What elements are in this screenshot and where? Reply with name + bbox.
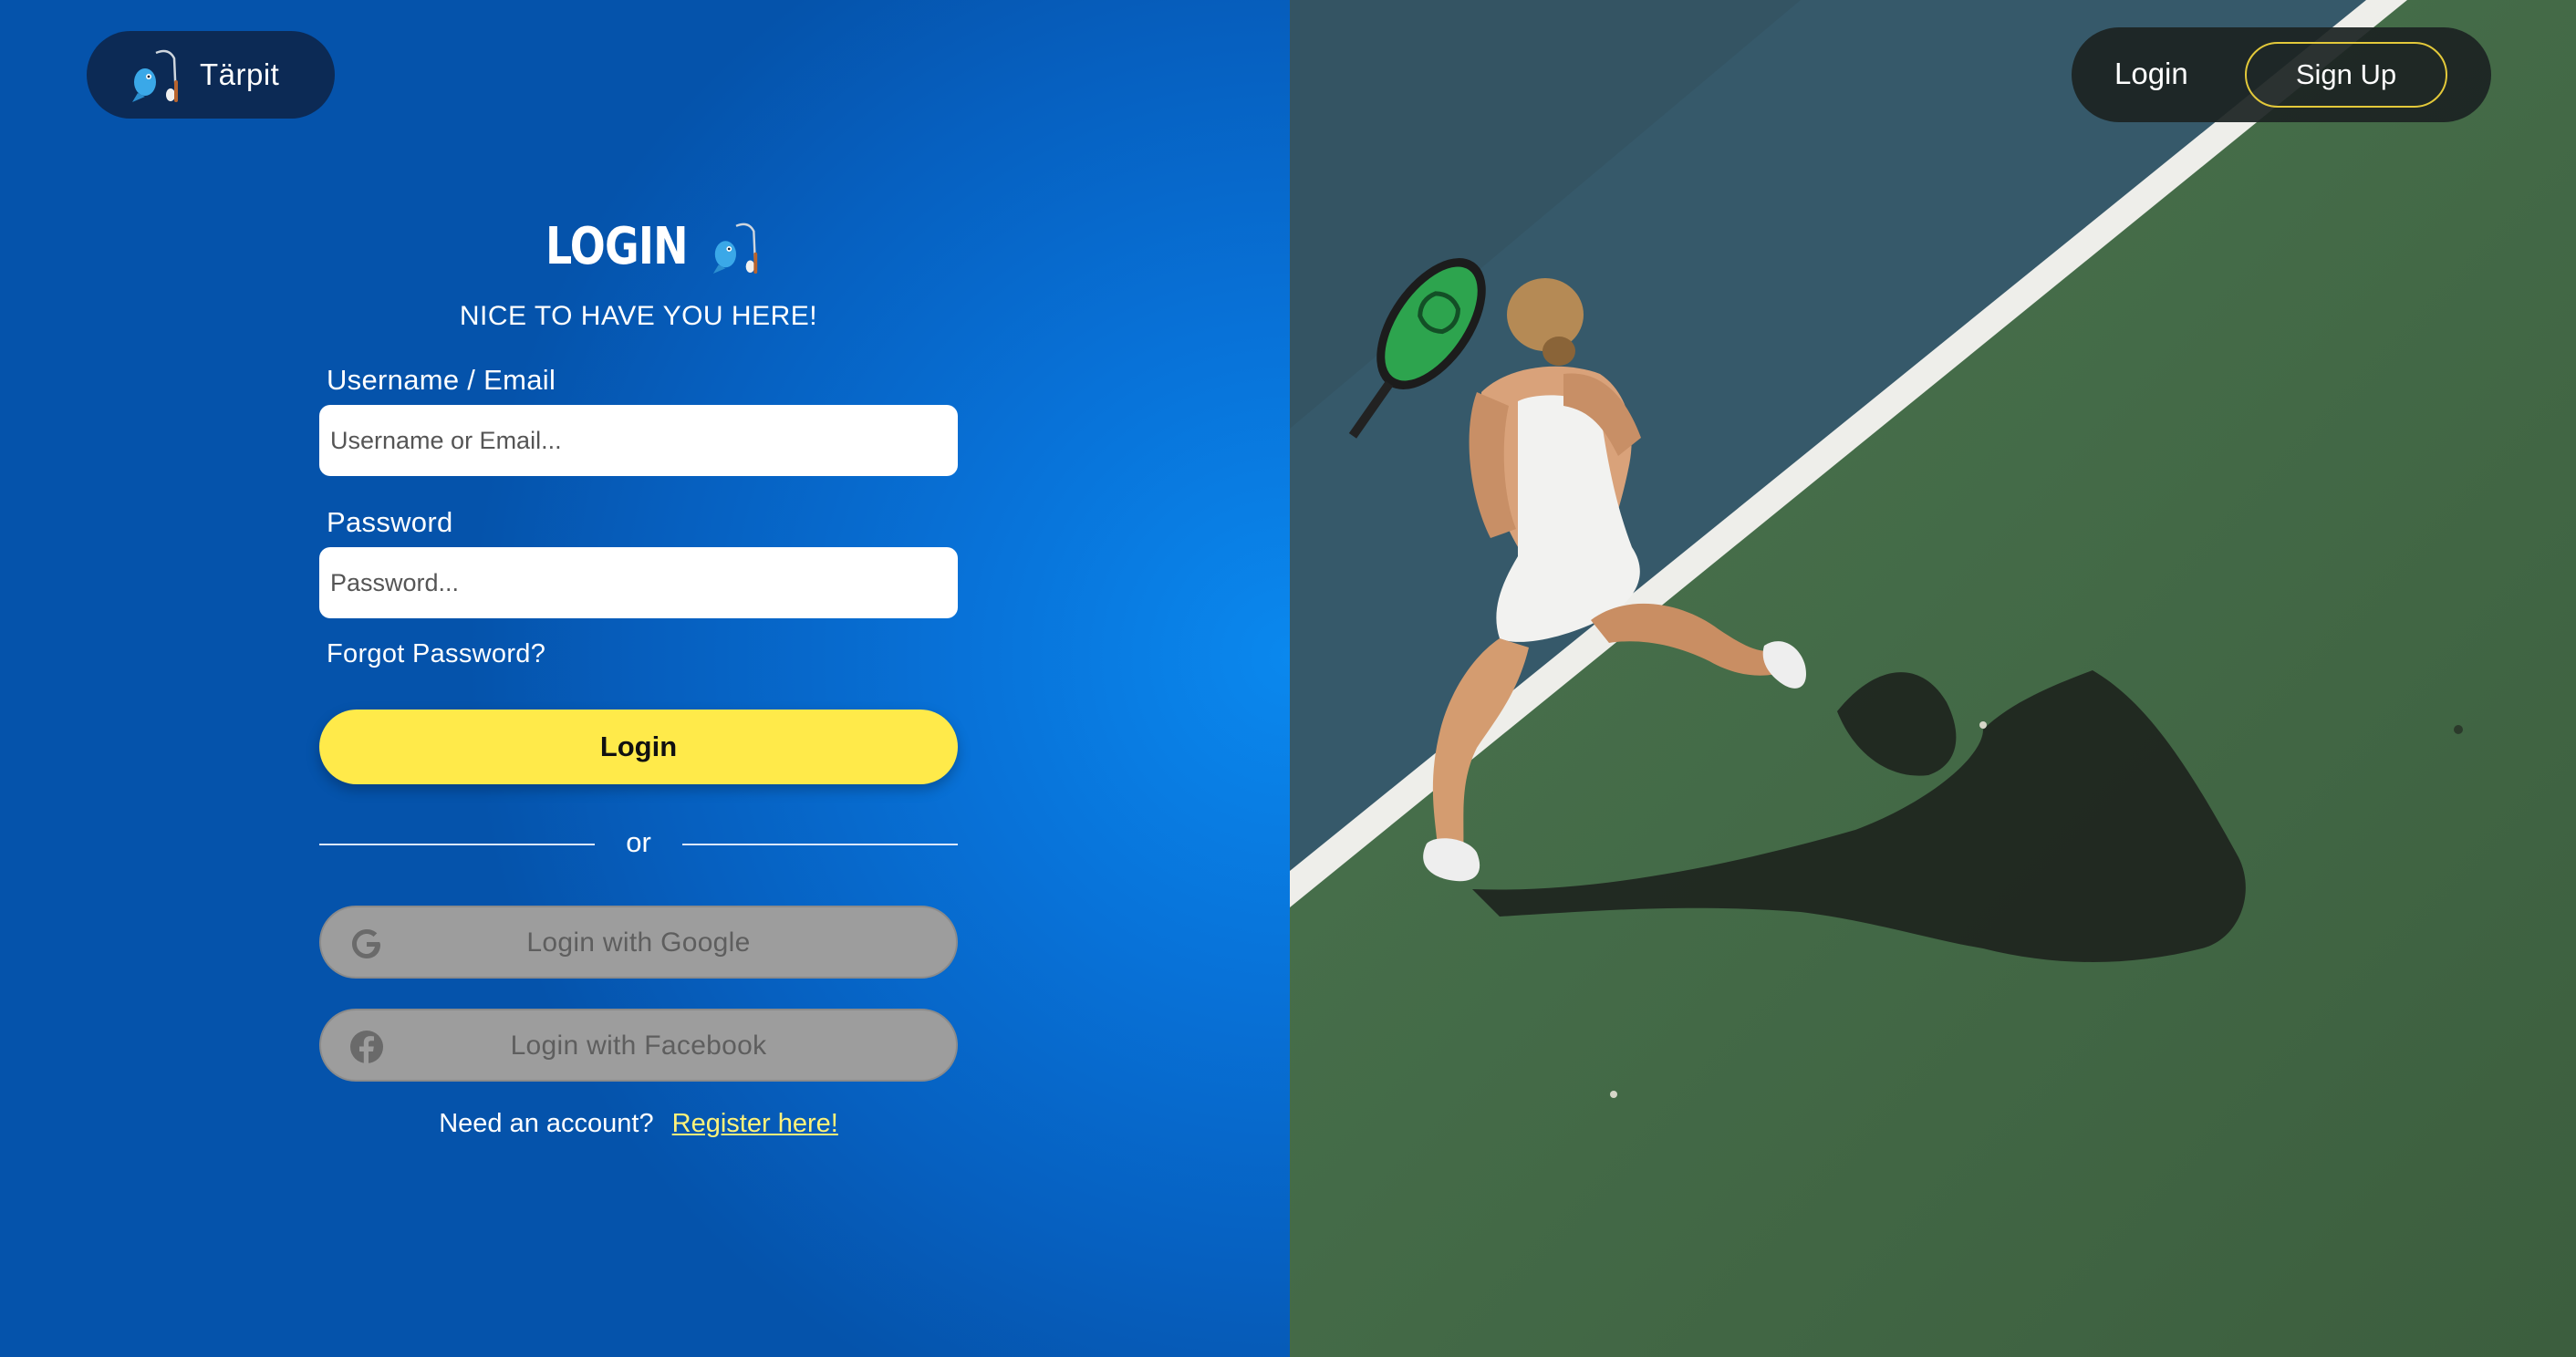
google-button-label: Login with Google xyxy=(526,927,751,958)
page-title: LOGIN xyxy=(545,217,689,276)
divider-or: or xyxy=(626,826,651,858)
login-heading: LOGIN xyxy=(545,217,763,276)
password-label: Password xyxy=(327,506,453,538)
login-panel xyxy=(0,0,1290,1357)
login-button[interactable]: Login xyxy=(319,710,958,784)
register-link[interactable]: Register here! xyxy=(672,1109,838,1138)
signup-button[interactable]: Sign Up xyxy=(2245,42,2447,108)
username-label: Username / Email xyxy=(327,364,556,396)
username-input[interactable] xyxy=(319,405,958,476)
fishing-rod-fish-icon xyxy=(712,223,758,274)
register-prompt-row: Need an account? Register here! xyxy=(319,1109,958,1139)
page-subtitle: NICE TO HAVE YOU HERE! xyxy=(459,301,818,331)
nav-login-link[interactable]: Login xyxy=(2114,57,2188,91)
facebook-button-label: Login with Facebook xyxy=(510,1031,767,1061)
tennis-court-photo xyxy=(1290,0,2576,1357)
forgot-password-link[interactable]: Forgot Password? xyxy=(327,639,545,669)
login-with-google-button[interactable]: Login with Google xyxy=(319,906,958,979)
brand-logo-button[interactable]: Tärpit xyxy=(87,31,335,119)
login-with-facebook-button[interactable]: Login with Facebook xyxy=(319,1009,958,1082)
fishing-rod-fish-icon xyxy=(132,49,178,102)
divider-line-right xyxy=(682,844,958,845)
register-prompt: Need an account? xyxy=(439,1109,654,1138)
divider-line-left xyxy=(319,844,595,845)
tennis-player-image xyxy=(1290,0,2576,1357)
brand-name: Tärpit xyxy=(200,57,280,91)
password-input[interactable] xyxy=(319,547,958,618)
